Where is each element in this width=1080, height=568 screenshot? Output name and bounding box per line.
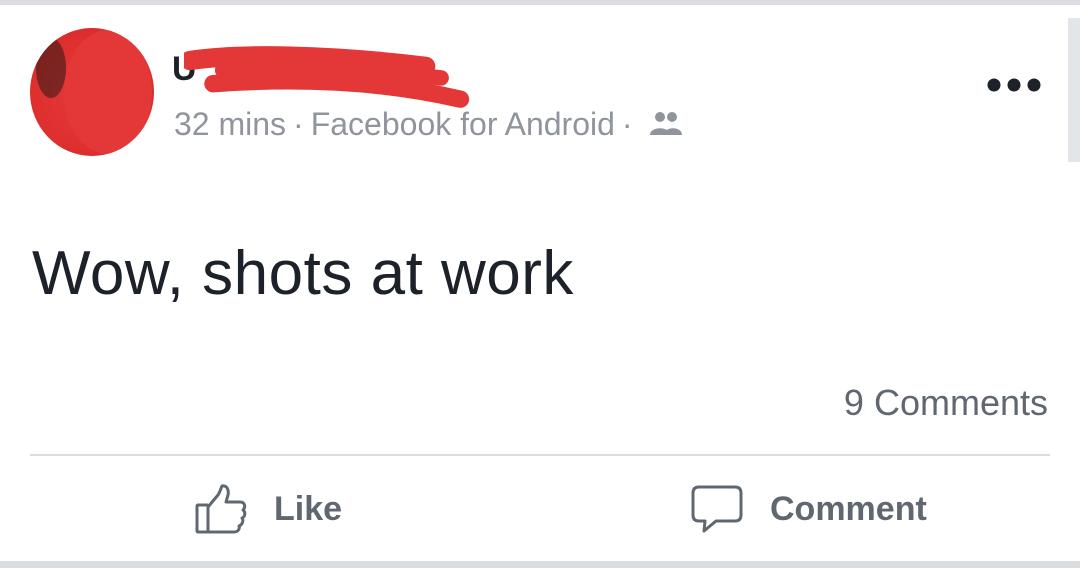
more-options-button[interactable]	[984, 70, 1044, 100]
author-name[interactable]: U	[172, 40, 472, 110]
meta-separator: ·	[621, 105, 633, 142]
meta-separator: ·	[293, 105, 304, 142]
post-meta: 32 mins · Facebook for Android ·	[174, 104, 684, 144]
divider	[30, 454, 1050, 456]
thumbs-up-icon	[195, 484, 247, 534]
comment-count[interactable]: 9 Comments	[844, 382, 1048, 424]
post-text: Wow, shots at work	[32, 239, 574, 308]
like-button[interactable]: Like	[194, 478, 342, 540]
comment-bubble-icon	[691, 485, 743, 533]
like-label: Like	[274, 489, 343, 528]
top-border	[0, 0, 1080, 5]
redaction-scribble	[184, 46, 470, 108]
avatar[interactable]	[30, 28, 154, 156]
friends-icon[interactable]	[648, 109, 684, 139]
comment-button[interactable]: Comment	[690, 478, 927, 540]
post-source: Facebook for Android	[310, 105, 615, 142]
post-timestamp[interactable]: 32 mins	[174, 106, 286, 143]
more-dots-icon	[987, 78, 1041, 92]
bottom-border	[0, 561, 1080, 568]
scrollbar[interactable]	[1068, 18, 1080, 162]
comment-label: Comment	[770, 489, 927, 528]
